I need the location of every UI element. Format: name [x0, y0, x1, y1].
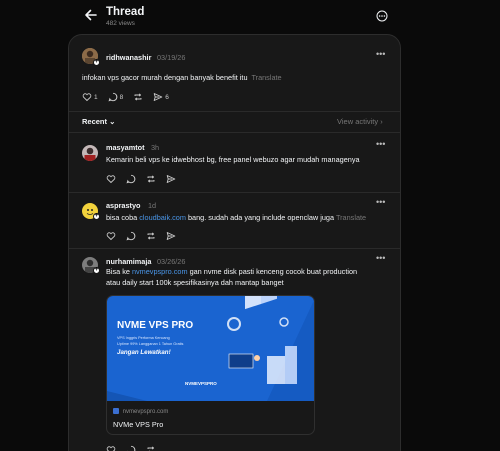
post-actions: 1 8 6	[82, 92, 179, 102]
username[interactable]: asprastyo	[106, 201, 140, 210]
comment-icon	[108, 92, 117, 102]
more-options-icon[interactable]: •••	[376, 49, 385, 59]
post-text: infokan vps gacor murah dengan banyak be…	[82, 73, 282, 82]
view-count: 482 views	[106, 20, 135, 27]
divider	[69, 132, 400, 133]
repost-button[interactable]	[146, 231, 156, 241]
back-arrow-icon[interactable]	[84, 8, 98, 22]
follow-plus-icon[interactable]: +	[93, 213, 100, 220]
repost-icon	[147, 446, 155, 451]
link-preview-card[interactable]: NVME VPS PRO VPS Inggris Performa Kencan…	[106, 295, 315, 435]
link-title: NVMe VPS Pro	[113, 420, 164, 429]
heart-icon	[106, 175, 116, 184]
like-button[interactable]	[106, 231, 116, 241]
sort-dropdown[interactable]: Recent ⌄	[82, 117, 115, 126]
timestamp: 03/19/26	[157, 53, 186, 62]
banner-title: NVME VPS PRO	[117, 320, 194, 331]
divider	[69, 248, 400, 249]
brand-logo: NVMEVPSPRO	[185, 381, 217, 386]
reply-button[interactable]	[126, 174, 136, 184]
comment-icon	[127, 445, 136, 451]
username[interactable]: masyamtot	[106, 143, 145, 152]
reply-actions	[106, 174, 186, 184]
avatar[interactable]	[82, 145, 98, 161]
top-bar: Thread 482 views	[0, 0, 500, 34]
external-link[interactable]: cloudbaik.com	[139, 213, 186, 222]
chevron-down-icon: ⌄	[109, 117, 116, 126]
banner-feature: Uptime 99% Langganan 1 Tahun Gratis	[117, 342, 184, 346]
follow-plus-icon[interactable]: +	[93, 59, 100, 66]
share-button[interactable]: 6	[153, 92, 169, 102]
follow-plus-icon[interactable]: +	[93, 267, 100, 274]
heart-icon	[82, 93, 92, 102]
share-button[interactable]	[166, 231, 176, 241]
share-button[interactable]	[166, 174, 176, 184]
thread-card: + ridhwanashir 03/19/26 ••• infokan vps …	[68, 34, 401, 451]
like-button[interactable]	[106, 174, 116, 184]
more-options-icon[interactable]: •••	[376, 253, 385, 263]
comment-icon	[126, 174, 136, 184]
divider	[69, 192, 400, 193]
send-icon	[154, 93, 163, 101]
share-count: 6	[165, 93, 169, 101]
translate-link[interactable]: Translate	[336, 213, 366, 222]
timestamp: 1d	[148, 201, 157, 210]
timestamp: 3h	[151, 143, 160, 152]
timestamp: 03/26/26	[157, 257, 186, 266]
more-options-icon[interactable]: •••	[376, 197, 385, 207]
globe-icon	[113, 408, 119, 414]
heart-icon	[106, 232, 116, 241]
reply-actions	[106, 231, 186, 241]
username[interactable]: nurhamimaja	[106, 257, 151, 266]
username[interactable]: ridhwanashir	[106, 53, 151, 62]
reply-button[interactable]	[126, 445, 136, 451]
repost-button[interactable]	[146, 174, 156, 184]
banner-feature: VPS Inggris Performa Kencang	[117, 336, 170, 340]
comment-icon	[126, 231, 136, 241]
reply-button[interactable]	[126, 231, 136, 241]
view-activity-link[interactable]: View activity ›	[337, 117, 383, 126]
reply-text: bisa coba cloudbaik.com bang. sudah ada …	[106, 213, 367, 222]
like-count: 1	[94, 93, 98, 101]
send-icon	[166, 232, 176, 240]
reply-count: 8	[119, 93, 124, 101]
repost-icon	[147, 232, 155, 240]
repost-button[interactable]	[133, 92, 143, 102]
repost-button[interactable]	[146, 445, 156, 451]
reply-text: Bisa ke nvmevpspro.com gan nvme disk pas…	[106, 267, 358, 287]
reply-button[interactable]: 8	[108, 92, 124, 102]
like-button[interactable]: 1	[82, 92, 98, 102]
link-preview-image: NVME VPS PRO VPS Inggris Performa Kencan…	[107, 296, 314, 401]
heart-icon	[106, 446, 116, 451]
reply-text: Kemarin beli vps ke idwebhost bg, free p…	[106, 155, 360, 164]
external-link[interactable]: nvmevpspro.com	[132, 267, 188, 276]
more-circle-icon[interactable]	[376, 9, 388, 22]
send-icon	[166, 175, 176, 183]
repost-icon	[134, 93, 142, 101]
more-options-icon[interactable]: •••	[376, 139, 385, 149]
repost-icon	[147, 175, 155, 183]
translate-link[interactable]: Translate	[251, 73, 281, 82]
reply-actions	[106, 445, 166, 451]
like-button[interactable]	[106, 445, 116, 451]
divider	[69, 111, 400, 112]
page-title: Thread	[106, 6, 145, 18]
link-domain: nvmevpspro.com	[113, 408, 168, 415]
banner-cta: Jangan Lewatkan!	[117, 349, 171, 356]
